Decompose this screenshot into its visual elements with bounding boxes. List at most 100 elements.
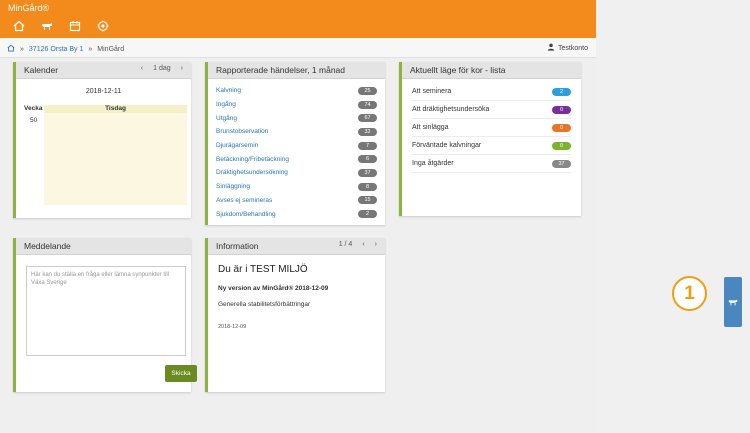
event-count-badge: 67 bbox=[358, 114, 377, 123]
breadcrumb-farm-link[interactable]: 37126 Orsta By 1 bbox=[29, 46, 83, 53]
status-label: Förväntade kalvningar bbox=[412, 142, 482, 149]
event-row: Betäckning/Fribetäckning 6 bbox=[216, 152, 377, 166]
event-row: Ingång 74 bbox=[216, 98, 377, 112]
calendar-title: Kalender bbox=[24, 65, 59, 75]
event-row: Dräktighetsundersökning 37 bbox=[216, 166, 377, 180]
status-count-badge: 0 bbox=[552, 105, 571, 114]
status-label: Inga åtgärder bbox=[412, 160, 454, 167]
event-row: Brunstobservation 32 bbox=[216, 125, 377, 139]
status-count-badge: 0 bbox=[552, 123, 571, 132]
breadcrumb-current: MinGård bbox=[97, 45, 125, 53]
status-row[interactable]: Att dräktighetsundersöka 0 bbox=[412, 101, 571, 119]
event-link[interactable]: Djurägarsemin bbox=[216, 142, 258, 149]
breadcrumb-separator: » bbox=[88, 45, 93, 53]
event-count-badge: 6 bbox=[358, 155, 377, 164]
calendar-date: 2018-12-11 bbox=[85, 88, 122, 95]
info-pager: 1 / 4 bbox=[338, 241, 353, 248]
calendar-prev-button[interactable]: ‹ bbox=[141, 65, 143, 72]
breadcrumb-bar: » 37126 Orsta By 1 » MinGård Testkonto bbox=[0, 38, 596, 58]
brand-title: MinGård® bbox=[8, 3, 50, 13]
status-title: Aktuellt läge för kor - lista bbox=[410, 65, 506, 75]
user-icon bbox=[547, 43, 555, 53]
info-prev-button[interactable]: ‹ bbox=[362, 241, 364, 248]
event-link[interactable]: Dräktighetsundersökning bbox=[216, 169, 288, 176]
status-panel: Aktuellt läge för kor - lista Att semine… bbox=[399, 62, 581, 216]
home-icon[interactable] bbox=[12, 20, 26, 32]
event-count-badge: 8 bbox=[358, 182, 377, 191]
status-list: Att seminera 2 Att dräktighetsundersöka 0 At… bbox=[402, 79, 581, 177]
target-icon[interactable] bbox=[96, 20, 110, 32]
cow-icon bbox=[728, 299, 738, 306]
status-label: Att seminera bbox=[412, 88, 452, 95]
status-label: Att sinlägga bbox=[412, 124, 449, 131]
calendar-panel: Kalender ‹ 1 dag › 2018-12-11 Vecka Tisd… bbox=[13, 62, 191, 218]
event-row: Kalvning 25 bbox=[216, 84, 377, 98]
main-nav bbox=[12, 20, 110, 32]
status-row[interactable]: Förväntade kalvningar 0 bbox=[412, 137, 571, 155]
events-header: Rapporterade händelser, 1 månad bbox=[208, 62, 385, 79]
event-count-badge: 7 bbox=[358, 141, 377, 150]
events-title: Rapporterade händelser, 1 månad bbox=[216, 65, 346, 75]
event-count-badge: 32 bbox=[358, 127, 377, 136]
event-link[interactable]: Sjukdom/Behandling bbox=[216, 211, 276, 218]
calendar-next-button[interactable]: › bbox=[181, 65, 183, 72]
event-count-badge: 15 bbox=[358, 196, 377, 205]
event-row: Sinläggning 8 bbox=[216, 180, 377, 194]
message-panel: Meddelande Här kan du ställa en fråga el… bbox=[13, 238, 197, 392]
calendar-range-select[interactable]: 1 dag bbox=[153, 65, 171, 72]
calendar-icon[interactable] bbox=[68, 20, 82, 32]
event-link[interactable]: Sinläggning bbox=[216, 183, 250, 190]
cow-icon[interactable] bbox=[40, 20, 54, 32]
home-small-icon[interactable] bbox=[7, 44, 15, 54]
event-count-badge: 74 bbox=[358, 100, 377, 109]
events-panel: Rapporterade händelser, 1 månad Kalvning… bbox=[205, 62, 385, 225]
status-header: Aktuellt läge för kor - lista bbox=[402, 62, 581, 79]
top-bar: MinGård® bbox=[0, 0, 596, 38]
message-textarea[interactable]: Här kan du ställa en fråga eller lämna s… bbox=[26, 266, 186, 356]
status-row[interactable]: Att seminera 2 bbox=[412, 83, 571, 101]
breadcrumb: » 37126 Orsta By 1 » MinGård bbox=[7, 44, 124, 54]
event-row: Djurägarsemin 7 bbox=[216, 139, 377, 153]
info-date: 2018-12-09 bbox=[218, 324, 247, 330]
event-link[interactable]: Betäckning/Fribetäckning bbox=[216, 156, 289, 163]
status-row[interactable]: Att sinlägga 0 bbox=[412, 119, 571, 137]
event-row: Avses ej semineras 15 bbox=[216, 194, 377, 208]
event-link[interactable]: Brunstobservation bbox=[216, 128, 268, 135]
send-button[interactable]: Skicka bbox=[165, 365, 197, 382]
info-panel: Information 1 / 4 ‹ › Du är i TEST MILJÖ… bbox=[205, 238, 385, 392]
status-count-badge: 2 bbox=[552, 87, 571, 96]
account-menu[interactable]: Testkonto bbox=[547, 43, 588, 53]
event-row: Utgång 67 bbox=[216, 111, 377, 125]
status-label: Att dräktighetsundersöka bbox=[412, 106, 490, 113]
events-list: Kalvning 25 Ingång 74 Utgång 67 Brunstobservat… bbox=[208, 79, 385, 221]
calendar-grid: Vecka Tisdag 50 bbox=[24, 105, 187, 205]
info-next-button[interactable]: › bbox=[375, 241, 377, 248]
callout-badge: 1 bbox=[672, 276, 707, 311]
status-row[interactable]: Inga åtgärder 37 bbox=[412, 155, 571, 173]
status-count-badge: 0 bbox=[552, 141, 571, 150]
message-header: Meddelande bbox=[16, 238, 191, 255]
breadcrumb-separator: » bbox=[20, 45, 24, 53]
status-count-badge: 37 bbox=[552, 159, 571, 168]
message-title: Meddelande bbox=[24, 241, 71, 251]
side-cow-button[interactable] bbox=[724, 277, 742, 327]
day-column-header: Tisdag bbox=[44, 105, 187, 113]
event-count-badge: 25 bbox=[358, 86, 377, 95]
event-count-badge: 2 bbox=[358, 210, 377, 219]
info-title: Information bbox=[216, 241, 259, 251]
day-cell[interactable] bbox=[44, 113, 187, 205]
info-text: Generella stabilitetsförbättringar bbox=[218, 301, 311, 308]
event-link[interactable]: Kalvning bbox=[216, 87, 241, 94]
account-label: Testkonto bbox=[558, 44, 588, 52]
calendar-header: Kalender ‹ 1 dag › bbox=[16, 62, 191, 79]
info-header: Information 1 / 4 ‹ › bbox=[208, 238, 385, 255]
event-link[interactable]: Avses ej semineras bbox=[216, 197, 272, 204]
info-subheading: Ny version av MinGård® 2018-12-09 bbox=[218, 285, 329, 292]
event-link[interactable]: Ingång bbox=[216, 101, 236, 108]
week-number: 50 bbox=[30, 117, 38, 124]
event-link[interactable]: Utgång bbox=[216, 115, 237, 122]
app-window: MinGård® » 37126 Orsta By 1 » MinGård Te… bbox=[0, 0, 596, 433]
week-column-header: Vecka bbox=[24, 105, 43, 112]
event-row: Sjukdom/Behandling 2 bbox=[216, 207, 377, 221]
event-count-badge: 37 bbox=[358, 168, 377, 177]
